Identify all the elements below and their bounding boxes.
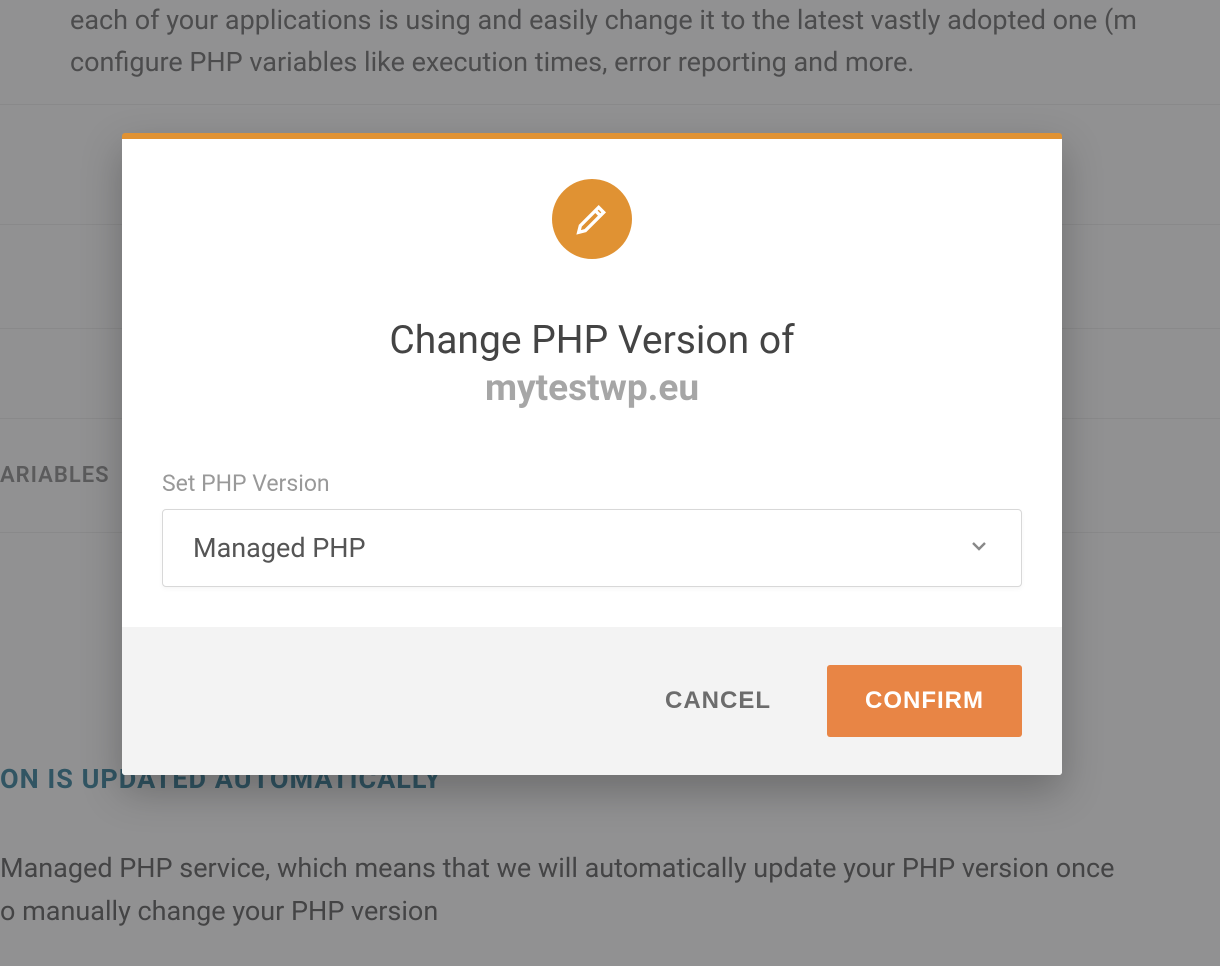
php-version-select[interactable]: Managed PHP [162, 509, 1022, 587]
pencil-icon [552, 179, 632, 259]
modal-body: Change PHP Version of mytestwp.eu Set PH… [122, 139, 1062, 627]
cancel-button[interactable]: CANCEL [655, 667, 781, 735]
change-php-version-modal: Change PHP Version of mytestwp.eu Set PH… [122, 133, 1062, 775]
modal-subtitle: mytestwp.eu [162, 367, 1022, 410]
confirm-button[interactable]: CONFIRM [827, 665, 1022, 737]
modal-title: Change PHP Version of [162, 317, 1022, 363]
modal-footer: CANCEL CONFIRM [122, 627, 1062, 775]
chevron-down-icon [967, 534, 991, 562]
php-version-field: Set PHP Version Managed PHP [162, 470, 1022, 587]
field-label: Set PHP Version [162, 470, 1022, 497]
select-value: Managed PHP [193, 532, 366, 564]
